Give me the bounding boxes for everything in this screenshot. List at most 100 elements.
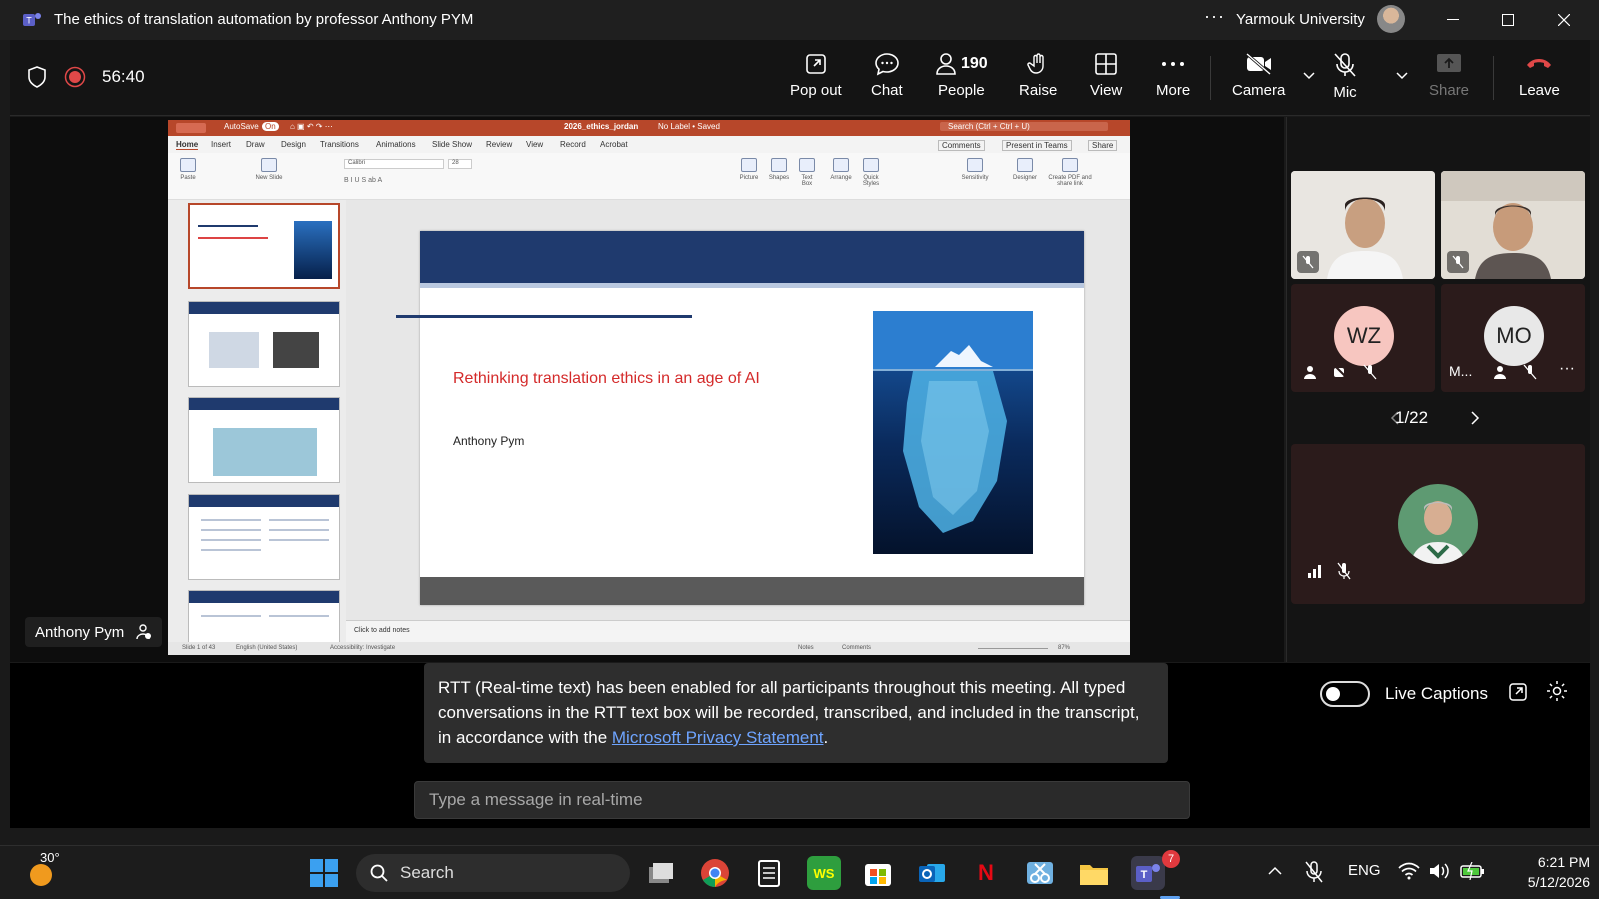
ppt-menu-bar: Home Insert Draw Design Transitions Anim… xyxy=(168,136,1130,153)
show-hidden-icons-chevron-icon[interactable] xyxy=(1268,866,1282,876)
next-page-chevron-icon[interactable] xyxy=(1470,410,1480,426)
windows-taskbar: 30° Search WS N T 7 ENG 6:21 PM 5/12/202… xyxy=(0,845,1599,899)
participant-avatar-tile[interactable]: WZ xyxy=(1291,284,1435,392)
chat-button[interactable]: Chat xyxy=(871,52,903,108)
slide-author: Anthony Pym xyxy=(453,434,525,448)
taskbar-search[interactable]: Search xyxy=(356,854,630,892)
active-speaker-tile[interactable] xyxy=(1291,444,1585,604)
ppt-font-size-select[interactable]: 28 xyxy=(448,159,472,169)
ppt-picture-button[interactable]: Picture xyxy=(736,158,762,181)
snipping-tool-icon[interactable] xyxy=(1023,856,1057,890)
rtt-message-input[interactable] xyxy=(414,781,1190,819)
ppt-tab-acrobat[interactable]: Acrobat xyxy=(600,140,628,149)
taskbar-clock[interactable]: 6:21 PM 5/12/2026 xyxy=(1500,852,1590,892)
ppt-new-slide-button[interactable]: New Slide xyxy=(254,158,284,181)
microsoft-store-icon[interactable] xyxy=(861,856,895,890)
task-view-icon[interactable] xyxy=(644,856,678,890)
leave-button[interactable]: Leave xyxy=(1519,52,1560,108)
maximize-icon[interactable] xyxy=(1481,0,1535,40)
ppt-tab-insert[interactable]: Insert xyxy=(211,140,231,149)
file-explorer-icon[interactable] xyxy=(1077,856,1111,890)
ppt-search-box[interactable]: Search (Ctrl + Ctrl + U) xyxy=(940,122,1108,131)
organization-name[interactable]: Yarmouk University xyxy=(1236,11,1365,28)
ppt-tab-animations[interactable]: Animations xyxy=(376,140,416,149)
volume-icon[interactable] xyxy=(1428,862,1450,880)
ws-app-icon[interactable]: WS xyxy=(807,856,841,890)
netflix-icon[interactable]: N xyxy=(969,856,1003,890)
notepad-icon[interactable] xyxy=(752,856,786,890)
ppt-tab-draw[interactable]: Draw xyxy=(246,140,265,149)
minimize-icon[interactable] xyxy=(1426,0,1480,40)
raise-hand-button[interactable]: Raise xyxy=(1019,52,1057,108)
slide-thumbnail[interactable]: 4 xyxy=(188,494,340,580)
ppt-quick-styles-button[interactable]: Quick Styles xyxy=(858,158,884,187)
slide-thumbnail[interactable]: 1 xyxy=(188,203,340,289)
muted-mic-icon xyxy=(1523,364,1537,380)
wifi-icon[interactable] xyxy=(1398,862,1420,880)
weather-temperature: 30° xyxy=(40,850,60,865)
pop-out-captions-icon[interactable] xyxy=(1508,682,1528,702)
mic-muted-tray-icon[interactable] xyxy=(1304,860,1324,884)
close-icon[interactable] xyxy=(1537,0,1591,40)
current-slide[interactable]: Rethinking translation ethics in an age … xyxy=(396,231,1084,605)
more-button[interactable]: More xyxy=(1156,52,1190,108)
ppt-tab-slideshow[interactable]: Slide Show xyxy=(432,140,472,149)
slide-title: Rethinking translation ethics in an age … xyxy=(453,370,760,387)
outlook-icon[interactable] xyxy=(915,856,949,890)
live-captions-toggle[interactable] xyxy=(1320,681,1370,707)
ppt-sensitivity-button[interactable]: Sensitivity xyxy=(958,158,992,181)
ppt-quick-access-icons[interactable]: ⌂ ▣ ↶ ↷ ⋯ xyxy=(290,122,333,131)
more-options-icon[interactable]: ··· xyxy=(1204,6,1225,27)
ppt-create-pdf-button[interactable]: Create PDF and share link xyxy=(1048,158,1092,187)
share-button[interactable]: Share xyxy=(1429,52,1469,108)
windows-start-icon[interactable] xyxy=(309,858,339,888)
participant-more-icon[interactable]: ··· xyxy=(1559,360,1575,378)
ppt-status-accessibility[interactable]: Accessibility: Investigate xyxy=(330,645,395,651)
slide-thumbnail[interactable]: 3 xyxy=(188,397,340,483)
ppt-tab-transitions[interactable]: Transitions xyxy=(320,140,359,149)
slide-thumbnail[interactable]: 2 xyxy=(188,301,340,387)
user-avatar[interactable] xyxy=(1377,5,1405,33)
mic-options-chevron-icon[interactable] xyxy=(1396,72,1408,80)
ppt-tab-review[interactable]: Review xyxy=(486,140,512,149)
ppt-tab-view[interactable]: View xyxy=(526,140,543,149)
ppt-designer-button[interactable]: Designer xyxy=(1010,158,1040,181)
ppt-share-button[interactable]: Share xyxy=(1088,140,1118,151)
ppt-tab-home[interactable]: Home xyxy=(176,140,199,150)
mic-button[interactable]: Mic xyxy=(1333,52,1357,108)
teams-logo-icon: T xyxy=(22,10,42,30)
people-button[interactable]: 190 People xyxy=(935,52,988,108)
ppt-textbox-button[interactable]: Text Box xyxy=(796,158,818,187)
participant-status-icons xyxy=(1493,364,1537,380)
ppt-autosave-toggle[interactable]: On xyxy=(262,122,279,131)
ppt-paste-button[interactable]: Paste xyxy=(176,158,200,181)
ppt-tab-record[interactable]: Record xyxy=(560,140,586,149)
chrome-icon[interactable] xyxy=(698,856,732,890)
ppt-tab-design[interactable]: Design xyxy=(281,140,306,149)
participant-avatar-tile[interactable]: MO M... ··· xyxy=(1441,284,1585,392)
pop-out-button[interactable]: Pop out xyxy=(790,52,842,108)
camera-options-chevron-icon[interactable] xyxy=(1303,72,1315,80)
ppt-comments-button[interactable]: Comments xyxy=(938,140,985,151)
participant-video-tile[interactable] xyxy=(1441,171,1585,279)
participant-video-tile[interactable] xyxy=(1291,171,1435,279)
ppt-comments-toggle[interactable]: Comments xyxy=(842,645,871,651)
camera-button[interactable]: Camera xyxy=(1232,52,1285,108)
ppt-zoom-slider[interactable] xyxy=(978,648,1048,649)
ppt-shapes-button[interactable]: Shapes xyxy=(766,158,792,181)
ppt-present-in-teams-button[interactable]: Present in Teams xyxy=(1002,140,1072,151)
privacy-statement-link[interactable]: Microsoft Privacy Statement xyxy=(612,728,824,747)
ppt-filename[interactable]: 2026_ethics_jordan xyxy=(564,122,638,131)
ppt-notes-pane[interactable]: Click to add notes xyxy=(346,620,1130,642)
ppt-notes-toggle[interactable]: Notes xyxy=(798,645,814,651)
input-language[interactable]: ENG xyxy=(1348,862,1381,879)
shield-icon[interactable] xyxy=(27,66,47,88)
view-button[interactable]: View xyxy=(1090,52,1122,108)
ppt-font-select[interactable]: Calibri xyxy=(344,159,444,169)
ppt-formatting-icons[interactable]: B I U S ab A xyxy=(344,177,382,184)
live-captions-label: Live Captions xyxy=(1385,684,1489,703)
captions-settings-gear-icon[interactable] xyxy=(1546,680,1568,702)
ppt-arrange-button[interactable]: Arrange xyxy=(828,158,854,181)
battery-charging-icon[interactable] xyxy=(1460,862,1486,880)
teams-taskbar-icon[interactable]: T xyxy=(1131,856,1165,890)
